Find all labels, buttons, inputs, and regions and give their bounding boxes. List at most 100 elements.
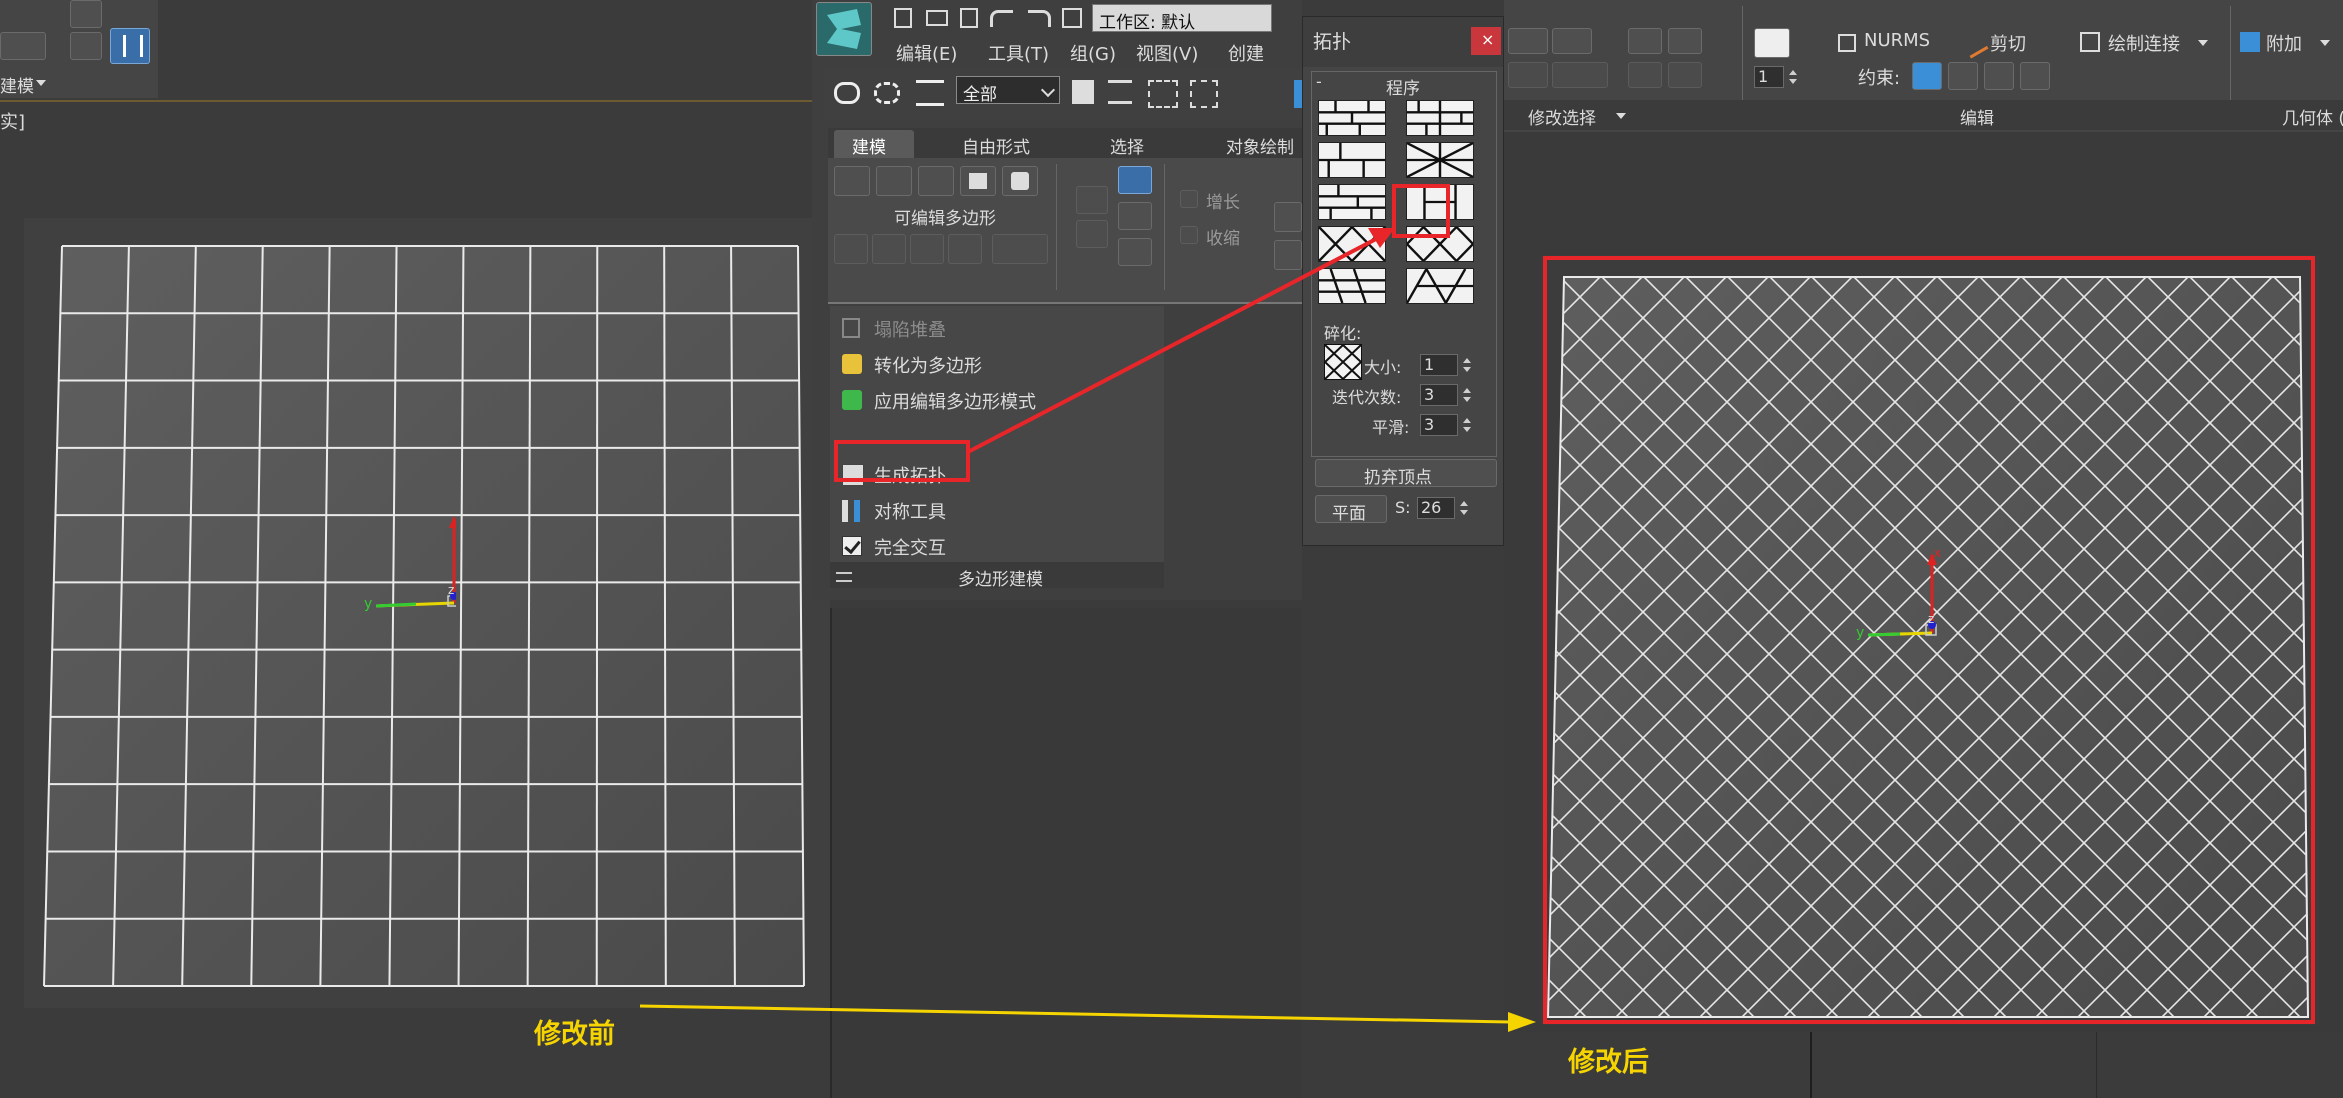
edit-spinner[interactable]: 1 <box>1754 66 1784 88</box>
smooth-spinner-arrows[interactable] <box>1460 414 1474 436</box>
constraint-face-button[interactable] <box>1984 62 2014 90</box>
loop-select-button[interactable] <box>1552 62 1608 88</box>
constraint-none-button[interactable] <box>1912 62 1942 90</box>
selection-filter-dropdown[interactable]: 全部 <box>956 76 1060 105</box>
toolbar-button-3[interactable] <box>70 32 102 60</box>
tab-object-paint[interactable]: 对象绘制 <box>1226 133 1294 158</box>
toolbar-button-1[interactable] <box>0 32 46 60</box>
app-logo-button[interactable] <box>816 2 872 56</box>
viewport-before[interactable]: x y z <box>24 218 830 1008</box>
attach-label[interactable]: 附加 <box>2266 30 2302 56</box>
ring-select-button[interactable] <box>1508 62 1548 88</box>
size-spinner[interactable]: 1 <box>1420 354 1458 376</box>
topology-pattern-3[interactable] <box>1318 142 1386 178</box>
menu-item-full-interactivity[interactable]: 完全交互 <box>836 532 1136 562</box>
transform-gizmo[interactable]: x y z <box>336 508 456 628</box>
flat-button[interactable]: 平面 <box>1315 495 1387 524</box>
active-tool-button[interactable] <box>110 28 150 64</box>
save-icon[interactable] <box>960 8 978 28</box>
workspace-dropdown[interactable]: 工作区: 默认 <box>1092 4 1272 33</box>
menu-item-collapse-stack[interactable]: 塌陷堆叠 <box>836 314 1136 344</box>
remove-button-2[interactable] <box>1668 28 1702 54</box>
rect-selection-icon[interactable] <box>1148 80 1178 108</box>
vertex-mode-button[interactable] <box>834 166 870 196</box>
topology-pattern-7[interactable] <box>1318 225 1386 263</box>
menu-item-convert-to-poly[interactable]: 转化为多边形 <box>836 350 1136 380</box>
iterations-spinner[interactable]: 3 <box>1420 384 1458 406</box>
shrink-label[interactable]: 收缩 <box>1206 224 1240 249</box>
project-icon[interactable] <box>1062 8 1082 28</box>
select-object-icon[interactable] <box>1072 80 1094 104</box>
constraint-normal-button[interactable] <box>2020 62 2050 90</box>
paint-connect-caret-icon[interactable] <box>2198 40 2208 46</box>
size-spinner-arrows[interactable] <box>1460 354 1474 376</box>
menu-view[interactable]: 视图(V) <box>1136 40 1198 66</box>
constraint-edge-button[interactable] <box>1948 62 1978 90</box>
tab-modeling[interactable]: 建模 <box>834 130 914 158</box>
unlink-icon[interactable] <box>874 82 900 104</box>
s-spinner-arrows[interactable] <box>1457 497 1471 519</box>
menu-tools[interactable]: 工具(T) <box>988 40 1049 66</box>
close-button[interactable]: × <box>1471 27 1501 55</box>
bind-space-warp-icon[interactable] <box>916 80 944 106</box>
pin-stack-button[interactable] <box>1118 202 1152 230</box>
nurms-label[interactable]: NURMS <box>1864 30 1930 51</box>
topology-pattern-2[interactable] <box>1406 100 1474 136</box>
preserve-uv-button[interactable] <box>1118 166 1152 194</box>
menu-item-apply-edit-poly[interactable]: 应用编辑多边形模式 <box>836 386 1156 416</box>
attach-icon[interactable] <box>2240 32 2260 52</box>
cut-icon[interactable] <box>1959 28 1989 59</box>
tessellate-thumbnail[interactable] <box>1323 343 1363 381</box>
topology-pattern-1[interactable] <box>1318 100 1386 136</box>
grow-icon[interactable] <box>1180 190 1198 208</box>
element-mode-button[interactable] <box>1002 166 1038 196</box>
menu-edit[interactable]: 编辑(E) <box>896 40 957 66</box>
nurms-icon[interactable] <box>1838 34 1856 52</box>
smooth-spinner[interactable]: 3 <box>1420 414 1458 436</box>
paint-connect-icon[interactable] <box>2080 32 2100 52</box>
polygon-mode-button[interactable] <box>960 166 996 196</box>
collapse-toggle[interactable]: - <box>1316 72 1322 91</box>
menu-create[interactable]: 创建 <box>1228 40 1264 66</box>
shrink-icon[interactable] <box>1180 226 1198 244</box>
window-crossing-icon[interactable] <box>1190 80 1218 108</box>
viewport-label[interactable]: 实] <box>0 108 25 134</box>
remove-button-1[interactable] <box>1552 28 1592 54</box>
topology-pattern-4[interactable] <box>1406 141 1474 179</box>
show-end-result-button[interactable] <box>1118 238 1152 266</box>
border-mode-button[interactable] <box>918 166 954 196</box>
add-button-2[interactable] <box>1628 28 1662 54</box>
step-button-1[interactable] <box>1628 62 1662 88</box>
link-icon[interactable] <box>834 82 860 104</box>
ring-button[interactable] <box>1274 240 1302 270</box>
topology-pattern-9[interactable] <box>1318 268 1386 304</box>
s-spinner[interactable]: 26 <box>1417 497 1455 519</box>
new-file-icon[interactable] <box>894 8 912 28</box>
paint-connect-label[interactable]: 绘制连接 <box>2108 30 2180 56</box>
discard-vertices-button[interactable]: 扔弃顶点 <box>1315 459 1497 488</box>
loop-button[interactable] <box>1274 202 1302 232</box>
grow-label[interactable]: 增长 <box>1206 188 1240 213</box>
toolbar-button-2[interactable] <box>70 0 102 28</box>
menu-group[interactable]: 组(G) <box>1070 40 1116 66</box>
undo-icon[interactable] <box>990 10 1013 27</box>
pin-icon[interactable] <box>836 572 852 582</box>
topology-pattern-5[interactable] <box>1318 184 1386 220</box>
iterations-spinner-arrows[interactable] <box>1460 384 1474 406</box>
add-button-1[interactable] <box>1508 28 1548 54</box>
modify-selection-caret-icon[interactable] <box>1616 113 1626 119</box>
open-folder-icon[interactable] <box>926 10 948 26</box>
tab-selection[interactable]: 选择 <box>1110 133 1144 158</box>
tab-freeform[interactable]: 自由形式 <box>962 133 1030 158</box>
select-by-name-icon[interactable] <box>1108 80 1132 104</box>
step-button-2[interactable] <box>1668 62 1702 88</box>
repeat-button[interactable] <box>1754 28 1790 58</box>
topology-pattern-10[interactable] <box>1405 266 1474 306</box>
edge-mode-button[interactable] <box>876 166 912 196</box>
menu-item-symmetry-tools[interactable]: 对称工具 <box>836 496 1136 526</box>
dropdown-caret-icon[interactable] <box>36 80 46 86</box>
redo-icon[interactable] <box>1028 10 1051 27</box>
cut-label[interactable]: 剪切 <box>1990 30 2026 56</box>
edit-spinner-arrows[interactable] <box>1786 66 1800 88</box>
attach-caret-icon[interactable] <box>2320 40 2330 46</box>
